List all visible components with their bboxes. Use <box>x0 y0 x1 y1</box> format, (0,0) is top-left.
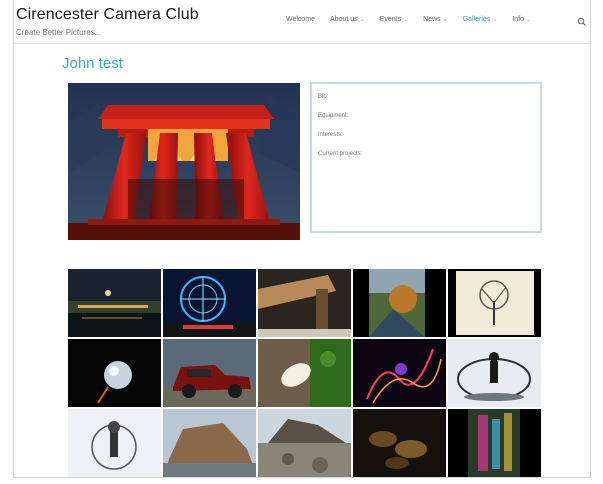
profile-hero-image[interactable] <box>68 83 300 240</box>
gallery-thumbnail-crystal-ball-portrait[interactable] <box>68 409 161 477</box>
gallery-thumbnail-dark-leaves[interactable] <box>353 409 446 477</box>
gallery-thumbnail-light-painting[interactable] <box>353 339 446 407</box>
gallery-thumbnail-coastal-rock[interactable] <box>163 409 256 477</box>
chevron-down-icon: ⌄ <box>442 17 448 23</box>
gallery-thumbnail-night-harbour[interactable] <box>68 269 161 337</box>
gallery-thumbnail-rocky-shore[interactable] <box>258 409 351 477</box>
photo-gallery <box>68 269 542 477</box>
nav-item-label: Galleries <box>462 16 491 23</box>
nav-item-label: Events <box>379 16 402 23</box>
nav-item-info[interactable]: Info ⌄ <box>512 16 531 23</box>
chevron-down-icon: ⌄ <box>403 17 409 23</box>
current-projects-label: Current projects: <box>318 151 363 157</box>
gallery-thumbnail-glass-sphere[interactable] <box>68 339 161 407</box>
gallery-thumbnail-crystal-ball-figure[interactable] <box>448 339 541 407</box>
search-icon[interactable] <box>577 14 587 26</box>
interests-label: Interests: <box>318 132 343 138</box>
site-tagline: Create Better Pictures... <box>16 28 102 37</box>
nav-item-galleries[interactable]: Galleries ⌄ <box>463 16 498 23</box>
chevron-down-icon: ⌄ <box>359 17 365 23</box>
nav-item-about[interactable]: About us ⌄ <box>330 16 365 23</box>
chevron-down-icon: ⌄ <box>492 17 498 23</box>
profile-info-box: Bio: Equipment: Interests: Current proje… <box>310 82 542 233</box>
nav-item-label: About us <box>330 16 358 23</box>
bio-label: Bio: <box>318 94 329 100</box>
nav-item-news[interactable]: News ⌄ <box>423 16 448 23</box>
page-title: John test <box>62 55 123 72</box>
gallery-thumbnail-wooden-post[interactable] <box>258 269 351 337</box>
site-title[interactable]: Cirencester Camera Club <box>16 6 199 24</box>
nav-item-label: News <box>423 16 441 23</box>
gallery-thumbnail-colour-abstract[interactable] <box>448 409 541 477</box>
gallery-thumbnail-vintage-car[interactable] <box>163 339 256 407</box>
equipment-label: Equipment: <box>318 113 349 119</box>
gallery-thumbnail-ferris-wheel[interactable] <box>163 269 256 337</box>
nav-item-events[interactable]: Events ⌄ <box>380 16 408 23</box>
gallery-thumbnail-white-flower[interactable] <box>258 339 351 407</box>
gallery-thumbnail-autumn-river[interactable] <box>353 269 446 337</box>
header-divider <box>14 43 590 44</box>
chevron-down-icon: ⌄ <box>526 17 532 23</box>
nav-item-label: Welcome <box>286 16 316 23</box>
main-nav: Welcome About us ⌄ Events ⌄ News ⌄ Gallerie… <box>286 16 546 23</box>
nav-item-label: Info <box>512 16 525 23</box>
nav-item-welcome[interactable]: Welcome <box>286 16 315 23</box>
gallery-thumbnail-tree-sketch[interactable] <box>448 269 541 337</box>
